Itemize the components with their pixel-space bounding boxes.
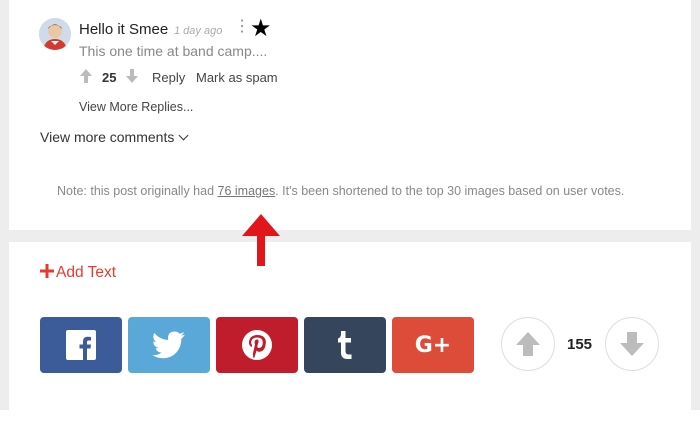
twitter-share-button[interactable]	[128, 317, 210, 373]
twitter-icon	[152, 331, 185, 359]
pinterest-icon	[242, 330, 272, 360]
view-more-comments-label: View more comments	[40, 129, 175, 145]
pinterest-share-button[interactable]	[216, 317, 298, 373]
note-prefix: Note: this post originally had	[57, 184, 218, 198]
note-suffix: . It's been shortened to the top 30 imag…	[275, 184, 625, 198]
facebook-share-button[interactable]	[40, 317, 122, 373]
tumblr-icon	[338, 331, 352, 359]
avatar-icon	[39, 18, 71, 50]
post-downvote-button[interactable]	[605, 317, 659, 371]
arrow-down-icon	[620, 332, 644, 356]
tumblr-share-button[interactable]	[304, 317, 386, 373]
comment-upvote-icon[interactable]	[79, 68, 93, 89]
arrow-up-icon	[516, 332, 540, 356]
comment-timestamp: 1 day ago	[174, 25, 223, 37]
avatar[interactable]	[39, 18, 71, 50]
page-bottom	[0, 410, 700, 426]
facebook-icon	[66, 330, 96, 360]
star-icon[interactable]: ★	[250, 16, 272, 42]
add-text-label: Add Text	[56, 264, 117, 281]
original-images-link[interactable]: 76 images	[218, 184, 276, 198]
more-options-icon[interactable]: ⋮	[234, 19, 250, 35]
comment-vote-count: 25	[102, 70, 117, 85]
reply-button[interactable]: Reply	[152, 70, 185, 85]
comment-downvote-icon[interactable]	[125, 68, 139, 89]
post-vote-count: 155	[567, 336, 593, 353]
view-more-comments-button[interactable]: View more comments	[40, 129, 189, 145]
chevron-down-icon	[178, 130, 189, 141]
mark-as-spam-button[interactable]: Mark as spam	[196, 70, 278, 85]
comment-author[interactable]: Hello it Smee	[79, 21, 168, 38]
post-note: Note: this post originally had 76 images…	[57, 184, 624, 198]
plus-icon	[40, 264, 54, 278]
comment-text: This one time at band camp....	[79, 43, 268, 59]
google-plus-share-button[interactable]: G+	[392, 317, 474, 373]
red-arrow-annotation	[242, 214, 280, 266]
post-upvote-button[interactable]	[501, 317, 555, 371]
add-text-button[interactable]: Add Text	[40, 264, 116, 282]
view-more-replies-link[interactable]: View More Replies...	[79, 100, 193, 114]
google-plus-icon: G+	[414, 332, 452, 358]
